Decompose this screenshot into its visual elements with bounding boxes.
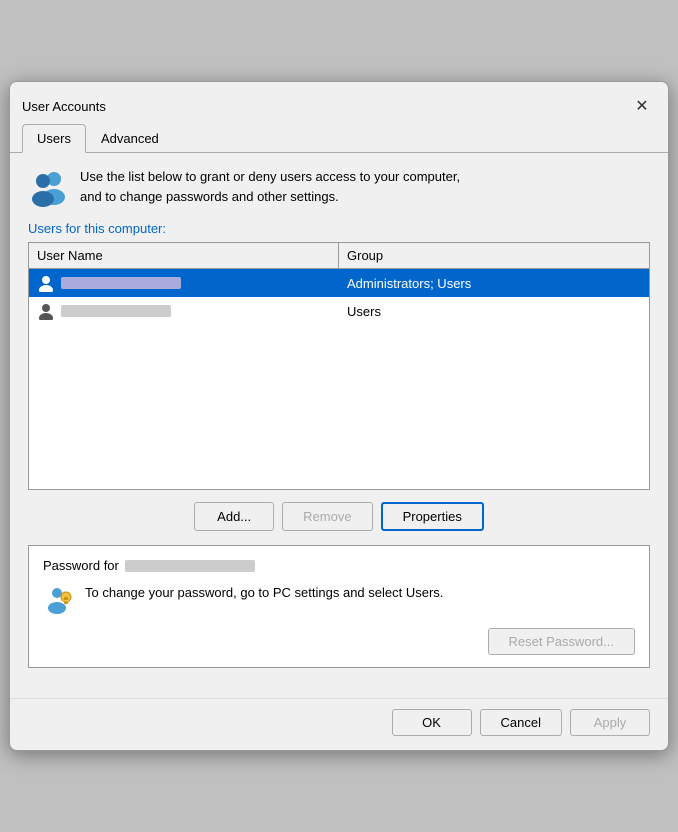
tab-users[interactable]: Users [22,124,86,153]
bottom-bar: OK Cancel Apply [10,698,668,750]
user-action-buttons: Add... Remove Properties [28,502,650,531]
table-header: User Name Group [29,243,649,269]
apply-button[interactable]: Apply [570,709,650,736]
password-info: To change your password, go to PC settin… [43,583,635,618]
password-section: Password for To change your password, go… [28,545,650,668]
cancel-button[interactable]: Cancel [480,709,562,736]
tab-advanced[interactable]: Advanced [86,124,174,153]
title-bar: User Accounts ✕ [10,82,668,120]
table-cell-group-1: Administrators; Users [339,269,649,297]
remove-button[interactable]: Remove [282,502,372,531]
username-blurred-1 [61,277,181,289]
properties-button[interactable]: Properties [381,502,484,531]
users-icon-large [28,167,68,207]
username-blurred-2 [61,305,171,317]
info-text: Use the list below to grant or deny user… [80,167,460,206]
password-info-text: To change your password, go to PC settin… [85,583,635,603]
table-cell-username-2 [29,297,339,325]
reset-btn-row: Reset Password... [43,628,635,655]
users-section-label: Users for this computer: [28,221,650,236]
user-icon-2 [37,302,55,320]
password-icon [43,583,75,618]
user-table: User Name Group Administrators; Users [28,242,650,490]
password-username-blurred [125,560,255,572]
table-row[interactable]: Users [29,297,649,325]
user-accounts-window: User Accounts ✕ Users Advanced [9,81,669,751]
password-label: Password for [43,558,635,573]
table-cell-username [29,269,339,297]
reset-password-button[interactable]: Reset Password... [488,628,636,655]
table-row[interactable]: Administrators; Users [29,269,649,297]
table-cell-group-2: Users [339,297,649,325]
tab-bar: Users Advanced [10,124,668,153]
column-header-username: User Name [29,243,339,268]
close-button[interactable]: ✕ [628,92,656,120]
info-box: Use the list below to grant or deny user… [28,167,650,207]
user-icon [37,274,55,292]
add-button[interactable]: Add... [194,502,274,531]
main-content: Use the list below to grant or deny user… [10,153,668,698]
ok-button[interactable]: OK [392,709,472,736]
table-body: Administrators; Users Users [29,269,649,489]
column-header-group: Group [339,243,649,268]
window-title: User Accounts [22,99,106,114]
